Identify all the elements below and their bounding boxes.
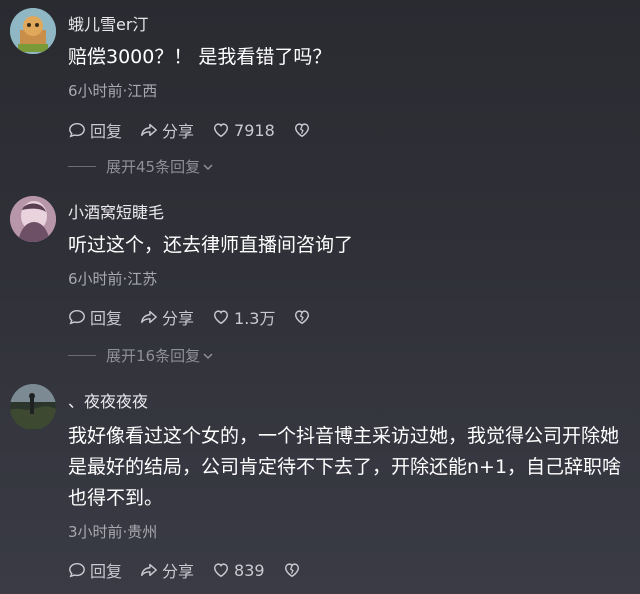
comment-bubble-icon — [69, 309, 85, 325]
dislike-button[interactable] — [283, 561, 301, 579]
reply-button[interactable]: 回复 — [68, 558, 122, 582]
reply-label: 回复 — [90, 562, 123, 581]
share-label: 分享 — [162, 309, 195, 328]
username[interactable]: 、夜夜夜夜 — [68, 388, 148, 412]
username[interactable]: 蛾儿雪er汀 — [68, 11, 148, 35]
like-button[interactable]: 839 — [212, 561, 265, 580]
like-button[interactable]: 7918 — [212, 121, 275, 140]
like-count: 7918 — [234, 120, 275, 140]
share-label: 分享 — [162, 562, 195, 581]
comment-meta: 3小时前·贵州 — [68, 523, 158, 541]
share-button[interactable]: 分享 — [140, 558, 194, 582]
action-bar: 回复 分享 1.3万 — [68, 305, 311, 329]
comment-text: 听过这个，还去律师直播间咨询了 — [68, 234, 354, 256]
comment-bubble-icon — [69, 122, 85, 138]
chevron-down-icon — [203, 352, 213, 359]
avatar[interactable] — [10, 384, 56, 430]
comment-meta: 6小时前·江苏 — [68, 270, 158, 288]
share-label: 分享 — [162, 122, 195, 141]
reply-label: 回复 — [90, 309, 123, 328]
divider-line — [68, 166, 96, 167]
broken-heart-icon — [284, 563, 299, 578]
share-arrow-icon — [141, 123, 157, 137]
avatar-image — [10, 384, 56, 430]
username[interactable]: 小酒窝短睫毛 — [68, 199, 164, 223]
reply-button[interactable]: 回复 — [68, 305, 122, 329]
comment-bubble-icon — [69, 562, 85, 578]
dislike-button[interactable] — [293, 121, 311, 139]
comment-text: 赔偿3000？！ 是我看错了吗？ — [68, 46, 332, 68]
comment-text: 我好像看过这个女的，一个抖音博主采访过她，我觉得公司开除她是最好的结局，公司肯定… — [68, 425, 622, 509]
share-button[interactable]: 分享 — [140, 118, 194, 142]
avatar[interactable] — [10, 196, 56, 242]
avatar-image — [10, 196, 56, 242]
share-button[interactable]: 分享 — [140, 305, 194, 329]
chevron-down-icon — [203, 163, 213, 170]
action-bar: 回复 分享 839 — [68, 558, 301, 582]
reply-label: 回复 — [90, 122, 123, 141]
share-arrow-icon — [141, 310, 157, 324]
avatar-image — [10, 8, 56, 54]
expand-replies-label: 展开45条回复 — [106, 158, 201, 176]
heart-icon — [214, 123, 229, 138]
action-bar: 回复 分享 7918 — [68, 118, 311, 142]
expand-replies[interactable]: 展开45条回复 — [68, 156, 214, 177]
divider-line — [68, 355, 96, 356]
expand-replies[interactable]: 展开16条回复 — [68, 345, 214, 366]
dislike-button[interactable] — [293, 308, 311, 326]
reply-button[interactable]: 回复 — [68, 118, 122, 142]
share-arrow-icon — [141, 563, 157, 577]
like-count: 839 — [234, 560, 265, 580]
expand-replies-label: 展开16条回复 — [106, 347, 201, 365]
like-button[interactable]: 1.3万 — [212, 305, 275, 329]
like-count: 1.3万 — [234, 309, 276, 328]
broken-heart-icon — [295, 310, 310, 325]
heart-icon — [214, 563, 229, 578]
heart-icon — [214, 310, 229, 325]
broken-heart-icon — [294, 123, 309, 138]
avatar[interactable] — [10, 8, 56, 54]
comment-meta: 6小时前·江西 — [68, 82, 158, 100]
